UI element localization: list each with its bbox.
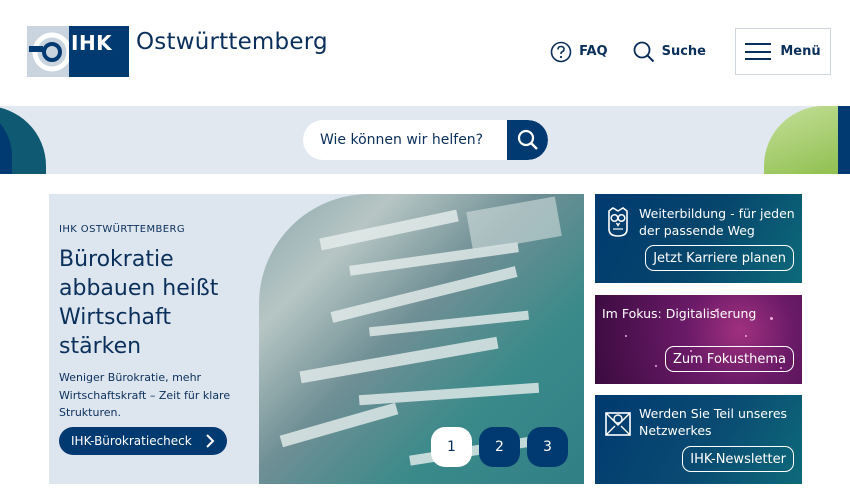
- teaser-title: Im Fokus: Digitalisierung: [602, 306, 757, 321]
- hero-slider: IHK OSTWÜRTTEMBERG Bürokratie abbauen he…: [49, 194, 584, 484]
- menu-button[interactable]: Menü: [735, 28, 831, 75]
- search-icon: [517, 129, 538, 150]
- search-band: [0, 106, 850, 174]
- chevron-right-icon: [206, 434, 215, 448]
- teaser-button[interactable]: Zum Fokusthema: [664, 346, 794, 372]
- teaser-netzwerk[interactable]: Werden Sie Teil unseres Netzwerkes IHK-N…: [595, 395, 802, 484]
- hero-text: IHK OSTWÜRTTEMBERG Bürokratie abbauen he…: [59, 224, 264, 422]
- band-decoration-right-dark: [838, 106, 850, 174]
- teaser-button[interactable]: Jetzt Karriere planen: [645, 245, 794, 271]
- menu-label: Menü: [780, 44, 821, 59]
- teaser-digitalisierung[interactable]: Im Fokus: Digitalisierung Zum Fokusthema: [595, 295, 802, 384]
- hamburger-icon: [745, 43, 772, 60]
- search-box: [303, 120, 548, 160]
- hero-title-line: Bürokratie: [59, 247, 174, 272]
- owl-icon: [608, 207, 628, 237]
- faq-link[interactable]: FAQ: [550, 41, 608, 63]
- search-submit-button[interactable]: [507, 120, 548, 160]
- logo-ihk-text: IHK: [69, 26, 129, 77]
- search-input[interactable]: [303, 132, 507, 148]
- teaser-title: Weiterbildung - für jeden der passende W…: [639, 206, 795, 238]
- hero-kicker: IHK OSTWÜRTTEMBERG: [59, 224, 186, 235]
- teaser-button[interactable]: IHK-Newsletter: [682, 446, 794, 472]
- header-nav: FAQ Suche Menü: [550, 28, 831, 75]
- help-icon: [550, 41, 572, 62]
- logo-region-text: Ostwürttemberg: [136, 29, 328, 55]
- ihk-logo[interactable]: IHK Ostwürttemberg: [27, 26, 328, 77]
- faq-label: FAQ: [579, 44, 608, 59]
- logo-mark-icon: [27, 26, 69, 77]
- search-icon: [633, 41, 654, 62]
- slide-pagination: 1 2 3: [431, 427, 568, 467]
- search-link[interactable]: Suche: [633, 41, 706, 63]
- slide-button-3[interactable]: 3: [527, 427, 568, 467]
- hero-title-line: abbauen heißt: [59, 276, 219, 301]
- hero-cta-label: IHK-Bürokratiecheck: [71, 434, 192, 448]
- band-decoration-right: [764, 106, 844, 174]
- newsletter-icon: [605, 412, 631, 436]
- teaser-title: Werden Sie Teil unseres Netzwerkes: [639, 406, 788, 438]
- teaser-weiterbildung[interactable]: Weiterbildung - für jeden der passende W…: [595, 194, 802, 283]
- slide-button-2[interactable]: 2: [479, 427, 520, 467]
- hero-title-line: Wirtschaft: [59, 305, 172, 330]
- hero-title: Bürokratie abbauen heißt Wirtschaft stär…: [59, 245, 264, 361]
- slide-button-1[interactable]: 1: [431, 427, 472, 467]
- hero-title-line: stärken: [59, 334, 142, 359]
- hero-description: Weniger Bürokratie, mehr Wirtschaftskraf…: [59, 371, 231, 419]
- hero-cta-button[interactable]: IHK-Bürokratiecheck: [59, 427, 227, 455]
- search-label: Suche: [661, 44, 706, 59]
